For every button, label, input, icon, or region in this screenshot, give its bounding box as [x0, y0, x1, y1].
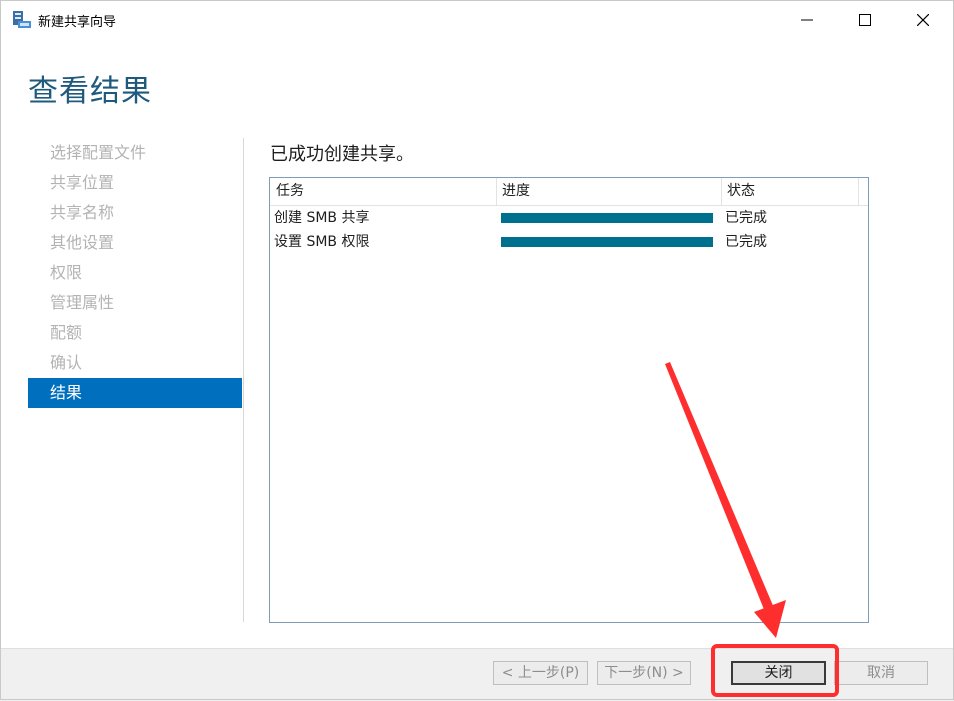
step-confirmation[interactable]: 确认 [28, 348, 242, 378]
step-management-properties[interactable]: 管理属性 [28, 288, 242, 318]
progress-bar-fill [501, 237, 713, 247]
table-row[interactable]: 创建 SMB 共享 已完成 [270, 206, 868, 230]
progress-bar-fill [501, 213, 713, 223]
step-permissions[interactable]: 权限 [28, 258, 242, 288]
step-share-location[interactable]: 共享位置 [28, 168, 242, 198]
cancel-button[interactable]: 取消 [834, 661, 928, 685]
maximize-button[interactable] [842, 0, 888, 40]
progress-bar [501, 237, 713, 247]
result-message: 已成功创建共享。 [270, 144, 414, 165]
title-bar[interactable]: 新建共享向导 [0, 0, 954, 40]
minimize-button[interactable] [784, 0, 830, 40]
table-row[interactable]: 设置 SMB 权限 已完成 [270, 230, 868, 254]
maximize-icon [859, 14, 871, 26]
step-select-profile[interactable]: 选择配置文件 [28, 138, 242, 168]
step-other-settings[interactable]: 其他设置 [28, 228, 242, 258]
app-share-wizard-icon [12, 10, 32, 30]
window-title: 新建共享向导 [38, 15, 117, 30]
column-header-progress[interactable]: 进度 [496, 178, 720, 205]
results-table: 任务 进度 状态 创建 SMB 共享 已完成 设置 SMB 权限 已完成 [269, 177, 869, 623]
progress-bar [501, 213, 713, 223]
step-share-name[interactable]: 共享名称 [28, 198, 242, 228]
wizard-steps-nav: 选择配置文件 共享位置 共享名称 其他设置 权限 管理属性 配额 确认 结果 [28, 138, 242, 408]
new-share-wizard-window: 新建共享向导 查看结果 选择配置文件 共享位置 共享名称 其他设置 权限 管理属… [0, 0, 954, 701]
previous-button[interactable]: < 上一步(P) [493, 661, 588, 685]
close-window-button[interactable] [900, 0, 946, 40]
task-name: 创建 SMB 共享 [274, 210, 370, 226]
close-icon [917, 14, 929, 26]
step-results[interactable]: 结果 [28, 378, 242, 408]
column-header-task[interactable]: 任务 [270, 178, 495, 205]
task-name: 设置 SMB 权限 [274, 234, 370, 250]
task-status: 已完成 [725, 210, 767, 226]
page-title: 查看结果 [28, 74, 152, 109]
minimize-icon [801, 19, 813, 21]
close-button[interactable]: 关闭 [731, 661, 826, 685]
nav-divider [243, 138, 244, 622]
column-header-status[interactable]: 状态 [721, 178, 857, 205]
column-separator[interactable] [858, 178, 859, 205]
next-button[interactable]: 下一步(N) > [597, 661, 691, 685]
table-header: 任务 进度 状态 [270, 178, 868, 206]
task-status: 已完成 [725, 234, 767, 250]
step-quota[interactable]: 配额 [28, 318, 242, 348]
